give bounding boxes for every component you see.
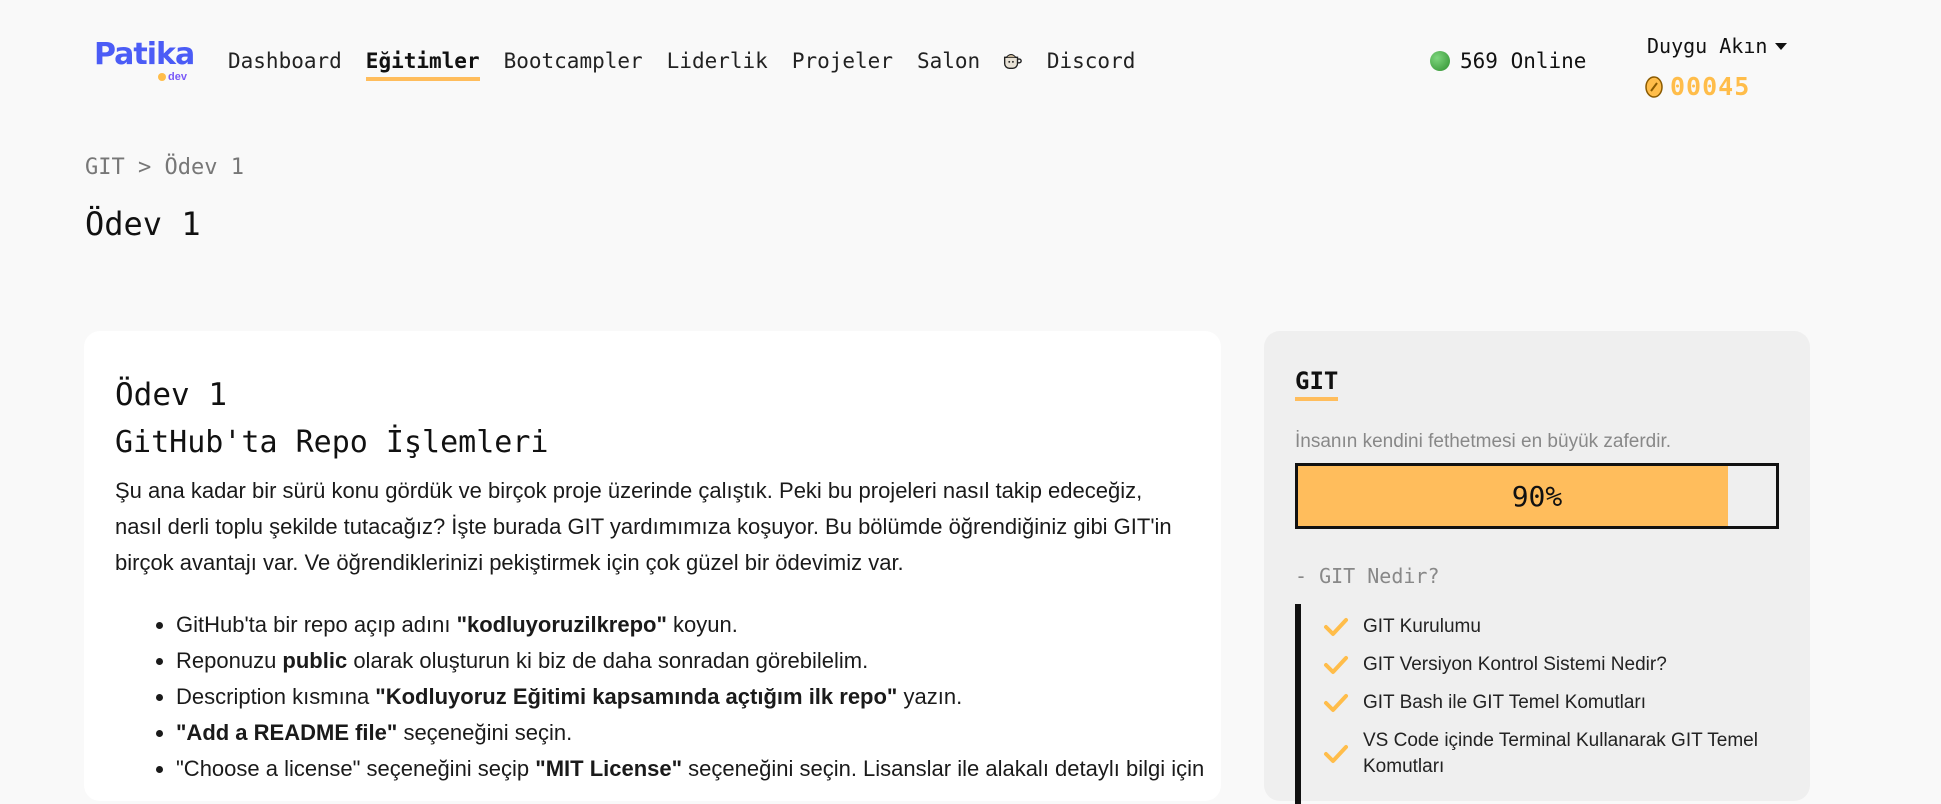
nav-dashboard[interactable]: Dashboard [228, 47, 342, 81]
assignment-heading: Ödev 1 [115, 377, 227, 413]
list-item: Reponuzu public olarak oluşturun ki biz … [176, 643, 1256, 679]
user-menu-button[interactable]: Duygu Akın [1647, 32, 1788, 60]
assignment-subheading: GitHub'ta Repo İşlemleri [115, 425, 549, 460]
breadcrumb[interactable]: GIT > Ödev 1 [85, 155, 244, 180]
caret-down-icon [1775, 42, 1788, 50]
lesson-item[interactable]: VS Code içinde Terminal Kullanarak GIT T… [1301, 728, 1781, 780]
coffee-cup-icon [1003, 53, 1022, 69]
check-icon [1324, 694, 1348, 712]
coin-count: 00045 [1670, 72, 1751, 101]
nav-liderlik[interactable]: Liderlik [667, 47, 768, 81]
online-status: 569 Online [1430, 47, 1586, 75]
lesson-label: GIT Bash ile GIT Temel Komutları [1363, 692, 1646, 713]
assignment-intro: Şu ana kadar bir sürü konu gördük ve bir… [115, 478, 1172, 575]
lesson-list: GIT Kurulumu GIT Versiyon Kontrol Sistem… [1295, 604, 1781, 804]
patika-logo[interactable]: Patika dev [94, 37, 195, 84]
nav-salon[interactable]: Salon [917, 47, 1023, 81]
coin-icon [1645, 75, 1663, 98]
nav-egitimler[interactable]: Eğitimler [365, 47, 480, 81]
user-name: Duygu Akın [1647, 34, 1768, 58]
coin-balance: 00045 [1644, 72, 1750, 101]
page-title: Ödev 1 [85, 205, 201, 243]
lesson-item[interactable]: GIT Bash ile GIT Temel Komutları [1301, 690, 1781, 716]
motivation-quote: İnsanın kendini fethetmesi en büyük zafe… [1295, 431, 1672, 452]
assignment-card: Ödev 1 GitHub'ta Repo İşlemleri Şu ana k… [84, 331, 1221, 801]
list-item: "Add a README file" seçeneğini seçin. [176, 715, 1256, 751]
online-count: 569 Online [1460, 49, 1587, 73]
course-title: GIT [1295, 367, 1339, 401]
lesson-label: VS Code içinde Terminal Kullanarak GIT T… [1363, 730, 1758, 777]
course-sidebar: GIT İnsanın kendini fethetmesi en büyük … [1264, 331, 1810, 804]
nav-projeler[interactable]: Projeler [792, 47, 893, 81]
list-item: "Choose a license" seçeneğini seçip "MIT… [176, 751, 1256, 787]
nav-discord[interactable]: Discord [1047, 47, 1136, 81]
check-icon [1324, 656, 1348, 674]
nav-bootcampler[interactable]: Bootcampler [504, 47, 643, 81]
section-toggle-git-nedir[interactable]: - GIT Nedir? [1295, 564, 1440, 588]
list-item: Description kısmına "Kodluyoruz Eğitimi … [176, 679, 1256, 715]
lesson-item[interactable]: GIT Versiyon Kontrol Sistemi Nedir? [1301, 652, 1781, 678]
assignment-steps: GitHub'ta bir repo açıp adını "kodluyoru… [115, 607, 1256, 787]
logo-text: Patika [94, 37, 195, 72]
online-indicator-icon [1430, 51, 1450, 71]
lesson-item[interactable]: GIT Kurulumu [1301, 614, 1781, 640]
main-nav: Dashboard Eğitimler Bootcampler Liderlik… [228, 47, 1135, 81]
lesson-label: GIT Kurulumu [1363, 616, 1481, 637]
check-icon [1324, 618, 1348, 636]
logo-sub: dev [158, 71, 187, 83]
course-progress-bar: 90% [1295, 463, 1779, 529]
check-icon [1324, 745, 1348, 763]
top-navbar: Patika dev Dashboard Eğitimler Bootcampl… [0, 0, 1941, 120]
lesson-label: GIT Versiyon Kontrol Sistemi Nedir? [1363, 654, 1667, 675]
list-item: GitHub'ta bir repo açıp adını "kodluyoru… [176, 607, 1256, 643]
progress-label: 90% [1511, 479, 1563, 513]
nav-salon-label: Salon [916, 49, 981, 73]
